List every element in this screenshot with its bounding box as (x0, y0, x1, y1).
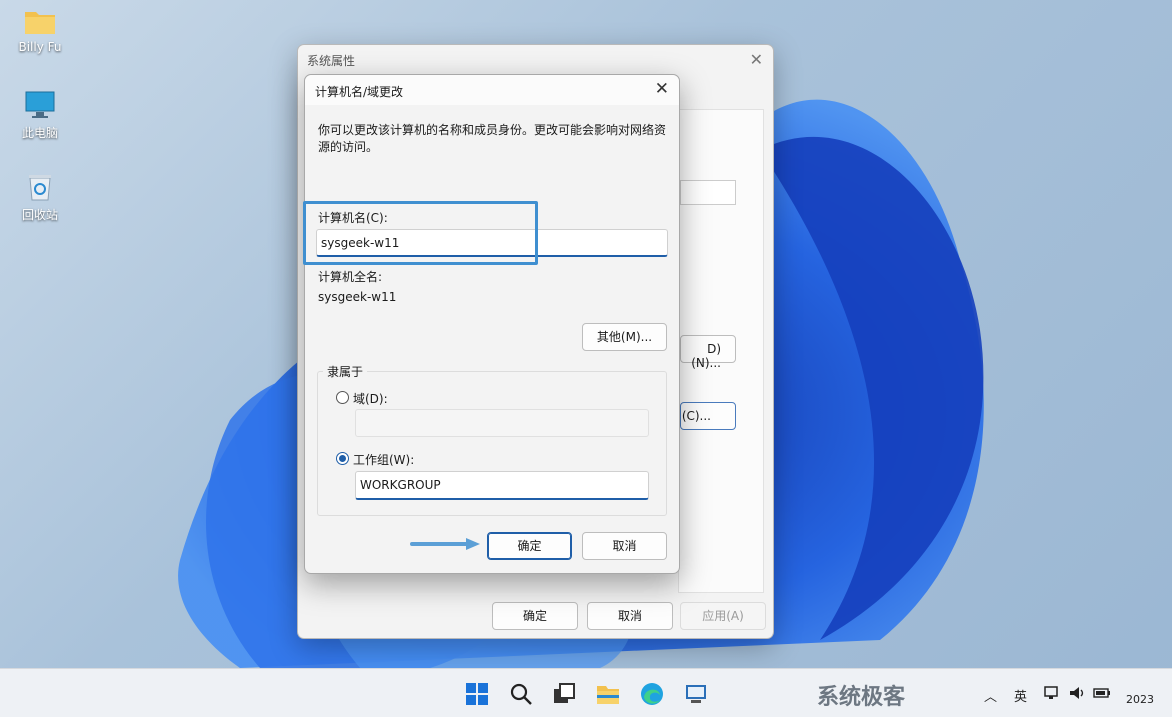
edge-icon[interactable] (639, 681, 665, 707)
network-icon[interactable] (1043, 684, 1061, 702)
battery-icon[interactable] (1093, 684, 1111, 702)
change-button[interactable]: (C)... (680, 402, 736, 430)
dialog-description: 你可以更改该计算机的名称和成员身份。更改可能会影响对网络资源的访问。 (318, 123, 667, 154)
taskbar: 系统极客 ︿ 英 (0, 668, 1172, 717)
folder-icon (25, 12, 55, 34)
ok-button[interactable]: 确定 (487, 532, 572, 560)
cancel-button[interactable]: 取消 (582, 532, 667, 560)
annotation-arrow-icon (410, 538, 480, 550)
file-explorer-icon[interactable] (595, 681, 621, 707)
desktop-icon-billy-fu[interactable]: Billy Fu (8, 8, 72, 54)
desktop-icon-label: 此电脑 (21, 126, 58, 140)
search-icon[interactable] (508, 681, 534, 707)
apply-button[interactable]: 应用(A) (680, 602, 766, 630)
computer-icon (25, 91, 55, 118)
full-name-value: sysgeek-w11 (318, 290, 397, 304)
desktop-icon-recycle-bin[interactable]: 回收站 (8, 172, 72, 223)
full-name-label: 计算机全名: (318, 270, 383, 284)
domain-input[interactable] (355, 409, 649, 437)
desktop-icon-this-pc[interactable]: 此电脑 (8, 90, 72, 141)
ok-button[interactable]: 确定 (492, 602, 578, 630)
desktop-icon-label: Billy Fu (18, 40, 62, 54)
close-icon[interactable]: ✕ (655, 79, 669, 99)
clock[interactable]: 2023 (1126, 693, 1154, 706)
dialog-title: 计算机名/域更改 (315, 85, 404, 99)
input-language-indicator[interactable]: 英 (1014, 686, 1027, 705)
start-icon[interactable] (464, 681, 490, 707)
desktop-icon-label: 回收站 (21, 208, 58, 222)
domain-radio[interactable] (336, 391, 349, 404)
member-of-label: 隶属于 (323, 363, 368, 380)
workgroup-radio[interactable] (336, 452, 349, 465)
window-title: 系统属性 (307, 54, 356, 68)
recycle-bin-icon (29, 175, 51, 201)
volume-icon[interactable] (1068, 684, 1086, 702)
workgroup-label: 工作组(W): (353, 453, 415, 467)
computer-name-dialog: 计算机名/域更改 ✕ 你可以更改该计算机的名称和成员身份。更改可能会影响对网络资… (304, 74, 680, 574)
show-hidden-icons-icon[interactable]: ︿ (984, 686, 997, 705)
dialog-header: 计算机名/域更改 ✕ (305, 75, 679, 105)
annotation-highlight-box (303, 201, 538, 265)
workgroup-input[interactable]: WORKGROUP (355, 471, 649, 500)
close-icon[interactable]: ✕ (750, 50, 763, 69)
network-id-button[interactable]: D)(N)... (680, 335, 736, 370)
description-input[interactable] (680, 180, 736, 205)
other-button[interactable]: 其他(M)... (582, 323, 667, 351)
domain-label: 域(D): (353, 392, 388, 406)
watermark: 系统极客 (817, 685, 906, 710)
system-properties-taskbar-icon[interactable] (683, 681, 709, 707)
task-view-icon[interactable] (551, 681, 577, 707)
cancel-button[interactable]: 取消 (587, 602, 673, 630)
